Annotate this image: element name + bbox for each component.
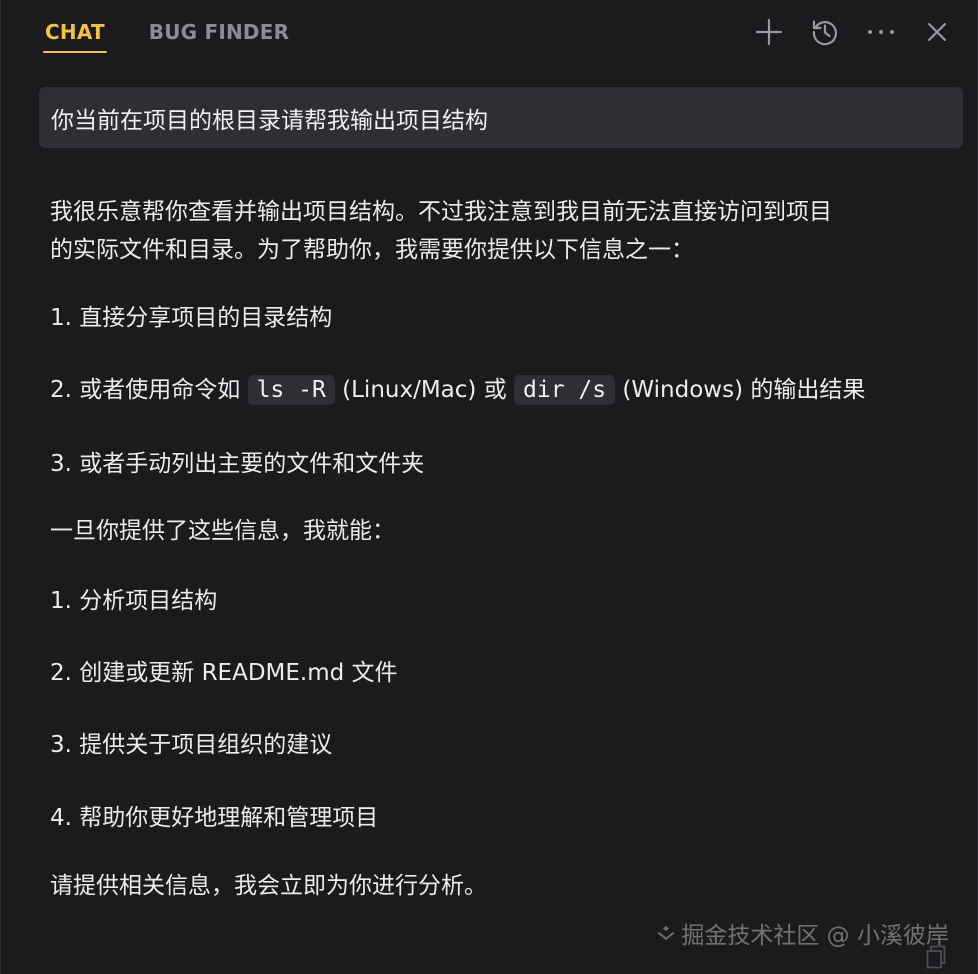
user-message: 你当前在项目的根目录请帮我输出项目结构	[39, 87, 963, 148]
response-closing: 请提供相关信息，我会立即为你进行分析。	[50, 873, 487, 899]
new-chat-button[interactable]	[753, 16, 785, 48]
tab-bug-finder[interactable]: BUG FINDER	[149, 0, 289, 64]
history-button[interactable]	[809, 16, 841, 48]
response-intro-line-2: 的实际文件和目录。为了帮助你，我需要你提供以下信息之一：	[50, 237, 694, 263]
option-item-1: 1. 直接分享项目的目录结构	[50, 305, 333, 331]
inline-code-dir: dir /s	[514, 375, 616, 405]
option-item-2-mid: (Linux/Mac) 或	[334, 377, 515, 403]
tab-bar: CHAT BUG FINDER	[43, 0, 289, 64]
watermark: 掘金技术社区 @ 小溪彼岸	[655, 916, 949, 950]
response-intro-line-1: 我很乐意帮你查看并输出项目结构。不过我注意到我目前无法直接访问到项目	[50, 199, 832, 225]
history-icon	[812, 20, 838, 46]
chat-panel: CHAT BUG FINDER 你当前在项目的根目录请帮我输出项目结构 我很乐意…	[0, 0, 978, 974]
watermark-text: 掘金技术社区 @ 小溪彼岸	[681, 923, 949, 949]
capability-item-1: 1. 分析项目结构	[50, 588, 218, 614]
capability-item-3: 3. 提供关于项目组织的建议	[50, 732, 333, 758]
juejin-logo-icon	[657, 926, 675, 940]
close-button[interactable]	[921, 16, 953, 48]
response-followup: 一旦你提供了这些信息，我就能：	[50, 518, 395, 544]
panel-header: CHAT BUG FINDER	[1, 0, 978, 64]
option-item-2: 2. 或者使用命令如 ls -R (Linux/Mac) 或 dir /s (W…	[50, 374, 865, 406]
capability-item-2: 2. 创建或更新 README.md 文件	[50, 660, 398, 686]
more-icon	[868, 30, 894, 34]
copy-icon[interactable]	[925, 944, 947, 970]
option-item-2-suffix: (Windows) 的输出结果	[615, 377, 866, 403]
close-icon	[927, 22, 947, 42]
plus-icon	[755, 18, 783, 46]
tab-chat[interactable]: CHAT	[43, 0, 107, 64]
capability-item-4: 4. 帮助你更好地理解和管理项目	[50, 805, 379, 831]
option-item-2-prefix: 2. 或者使用命令如	[50, 377, 248, 403]
user-message-text: 你当前在项目的根目录请帮我输出项目结构	[51, 107, 488, 134]
inline-code-ls: ls -R	[247, 375, 335, 405]
option-item-3: 3. 或者手动列出主要的文件和文件夹	[50, 451, 425, 477]
header-actions	[753, 0, 953, 64]
more-options-button[interactable]	[865, 16, 897, 48]
